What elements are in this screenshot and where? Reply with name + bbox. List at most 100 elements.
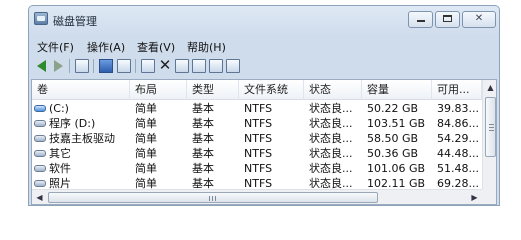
free-cell: 69.28... — [437, 177, 479, 189]
status-cell: 状态良... — [309, 132, 353, 145]
vertical-scroll-thumb[interactable] — [485, 97, 496, 157]
column-type[interactable]: 类型 — [187, 80, 239, 100]
capacity-cell: 101.06 GB — [367, 162, 426, 175]
grip-line — [489, 130, 494, 131]
status-cell: 状态良... — [309, 117, 353, 130]
column-capacity[interactable]: 容量 — [362, 80, 432, 100]
volume-name: 软件 — [49, 162, 71, 175]
toolbar: ✕ — [29, 55, 499, 77]
capacity-cell: 103.51 GB — [367, 117, 426, 130]
column-header-row: 卷 布局 类型 文件系统 状态 容量 可用... — [32, 80, 482, 100]
menu-help[interactable]: 帮助(H) — [187, 39, 226, 55]
horizontal-scrollbar[interactable]: ◀ ▶ — [32, 189, 482, 204]
close-icon: ✕ — [474, 13, 484, 24]
list-icon[interactable] — [117, 59, 131, 73]
open-icon[interactable] — [192, 59, 206, 73]
volume-name: 照片 — [49, 177, 71, 189]
volume-cell: (C:) — [32, 101, 130, 116]
layout-cell: 简单 — [135, 117, 157, 130]
table-row[interactable]: 技嘉主板驱动 简单 基本 NTFS 状态良... 58.50 GB 54.29.… — [32, 131, 482, 146]
free-cell: 84.86... — [437, 117, 479, 130]
column-free[interactable]: 可用... — [432, 80, 482, 100]
vertical-scrollbar[interactable]: ▲ — [482, 80, 496, 189]
format-icon[interactable] — [175, 59, 189, 73]
disk-icon — [34, 165, 46, 172]
help-icon[interactable] — [99, 59, 113, 73]
status-cell: 状态良... — [309, 147, 353, 160]
scroll-up-icon[interactable]: ▲ — [483, 80, 496, 95]
fs-cell: NTFS — [244, 132, 273, 145]
grip-line — [215, 196, 216, 201]
forward-button[interactable] — [51, 59, 65, 73]
fs-cell: NTFS — [244, 177, 273, 189]
table-row[interactable]: 照片 简单 基本 NTFS 状态良... 102.11 GB 69.28... — [32, 176, 482, 189]
column-volume[interactable]: 卷 — [32, 80, 130, 100]
minimize-button[interactable] — [408, 11, 433, 28]
toolbar-separator — [135, 59, 136, 73]
grip-line — [212, 196, 213, 201]
maximize-button[interactable] — [435, 11, 460, 28]
volume-cell: 其它 — [32, 146, 130, 161]
type-cell: 基本 — [192, 147, 214, 160]
volume-cell: 软件 — [32, 161, 130, 176]
volume-name: 程序 (D:) — [49, 117, 96, 130]
properties-icon[interactable] — [141, 59, 155, 73]
menu-bar: 文件(F) 操作(A) 查看(V) 帮助(H) — [29, 36, 499, 56]
minimize-icon — [416, 20, 425, 22]
disk-icon — [34, 135, 46, 142]
toolbar-separator — [69, 59, 70, 73]
grip-line — [209, 196, 210, 201]
volume-cell: 照片 — [32, 176, 130, 189]
capacity-cell: 58.50 GB — [367, 132, 419, 145]
free-cell: 44.48... — [437, 147, 479, 160]
disk-icon — [34, 150, 46, 157]
horizontal-scroll-thumb[interactable] — [48, 192, 378, 203]
back-button[interactable] — [35, 59, 49, 73]
column-layout[interactable]: 布局 — [130, 80, 187, 100]
free-cell: 54.29... — [437, 132, 479, 145]
volume-cell: 程序 (D:) — [32, 116, 130, 131]
menu-file[interactable]: 文件(F) — [37, 39, 74, 55]
table-row[interactable]: (C:) 简单 基本 NTFS 状态良... 50.22 GB 39.83... — [32, 101, 482, 116]
table-row[interactable]: 程序 (D:) 简单 基本 NTFS 状态良... 103.51 GB 84.8… — [32, 116, 482, 131]
delete-icon[interactable]: ✕ — [158, 58, 172, 73]
table-row[interactable]: 其它 简单 基本 NTFS 状态良... 50.36 GB 44.48... — [32, 146, 482, 161]
status-cell: 状态良... — [309, 177, 353, 189]
search-icon[interactable] — [209, 59, 223, 73]
grip-line — [489, 124, 494, 125]
disk-management-icon — [34, 12, 48, 25]
column-status[interactable]: 状态 — [304, 80, 362, 100]
export-icon[interactable] — [226, 59, 240, 73]
scroll-right-icon[interactable]: ▶ — [467, 190, 482, 204]
close-button[interactable]: ✕ — [462, 11, 496, 28]
column-filesystem[interactable]: 文件系统 — [239, 80, 304, 100]
menu-view[interactable]: 查看(V) — [137, 39, 175, 55]
status-cell: 状态良... — [309, 102, 353, 115]
toolbar-separator — [93, 59, 94, 73]
status-cell: 状态良... — [309, 162, 353, 175]
volume-name: 技嘉主板驱动 — [49, 132, 115, 145]
menu-action[interactable]: 操作(A) — [87, 39, 125, 55]
panel-icon[interactable] — [75, 59, 89, 73]
table-body: (C:) 简单 基本 NTFS 状态良... 50.22 GB 39.83...… — [32, 101, 482, 189]
disk-icon — [34, 120, 46, 127]
scroll-left-icon[interactable]: ◀ — [32, 190, 47, 204]
type-cell: 基本 — [192, 132, 214, 145]
title-bar[interactable]: 磁盘管理 ✕ — [29, 6, 499, 34]
fs-cell: NTFS — [244, 162, 273, 175]
scrollbar-corner — [482, 189, 496, 204]
disk-icon — [34, 180, 46, 187]
volume-list: 卷 布局 类型 文件系统 状态 容量 可用... (C:) 简单 基本 NTFS… — [31, 79, 497, 205]
disk-management-window: 磁盘管理 ✕ 文件(F) 操作(A) 查看(V) 帮助(H) ✕ 卷 布局 类型… — [28, 5, 500, 206]
table-row[interactable]: 软件 简单 基本 NTFS 状态良... 101.06 GB 51.48... — [32, 161, 482, 176]
fs-cell: NTFS — [244, 102, 273, 115]
capacity-cell: 50.36 GB — [367, 147, 419, 160]
type-cell: 基本 — [192, 162, 214, 175]
capacity-cell: 102.11 GB — [367, 177, 426, 189]
type-cell: 基本 — [192, 102, 214, 115]
window-title: 磁盘管理 — [53, 15, 97, 28]
maximize-icon — [443, 15, 452, 22]
forward-arrow-icon — [54, 60, 63, 72]
fs-cell: NTFS — [244, 117, 273, 130]
layout-cell: 简单 — [135, 147, 157, 160]
